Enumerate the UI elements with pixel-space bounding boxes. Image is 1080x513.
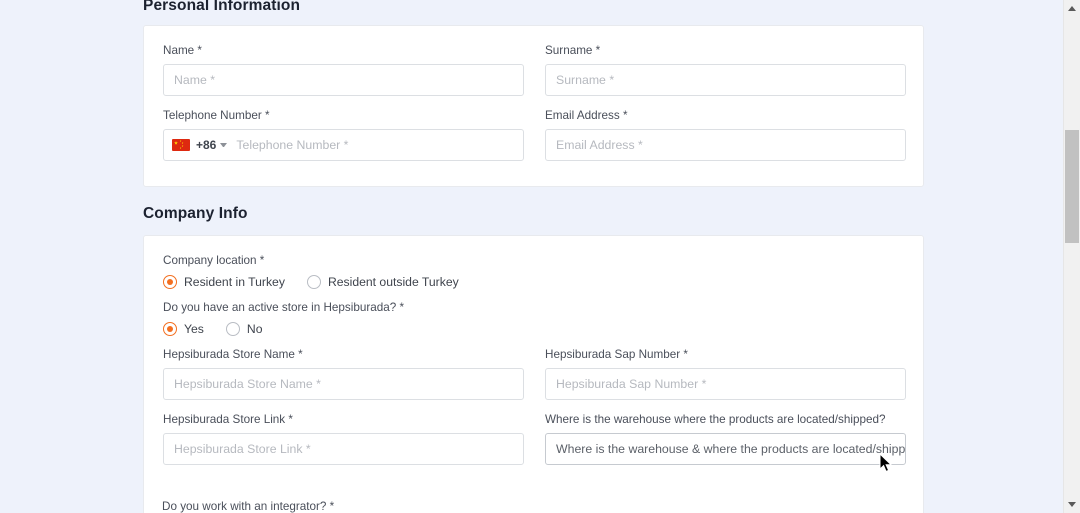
- section-heading-company-info: Company Info: [143, 205, 248, 223]
- vertical-scrollbar[interactable]: [1063, 0, 1080, 513]
- form-row: Telephone Number * +86: [163, 109, 904, 161]
- field-label-email-address: Email Address *: [545, 109, 906, 123]
- field-name: Name * Name *: [163, 44, 524, 96]
- company-info-grid: Hepsiburada Store Name * Hepsiburada Sto…: [144, 348, 923, 465]
- radio-label-yes: Yes: [184, 322, 204, 336]
- name-input[interactable]: Name *: [163, 64, 524, 96]
- radio-resident-outside-turkey[interactable]: Resident outside Turkey: [307, 275, 459, 289]
- telephone-number-input[interactable]: +86 Telephone Number *: [163, 129, 524, 161]
- radio-label-resident-in-turkey: Resident in Turkey: [184, 275, 285, 289]
- radio-group-company-location: Company location * Resident in Turkey Re…: [144, 236, 923, 289]
- radio-active-store-no[interactable]: No: [226, 322, 263, 336]
- radio-group-label-active-store: Do you have an active store in Hepsibura…: [163, 301, 904, 315]
- radio-dot-icon: [226, 322, 240, 336]
- radio-active-store-yes[interactable]: Yes: [163, 322, 204, 336]
- page-root: Personal Information Name * Name * Surna…: [0, 0, 1080, 513]
- field-warehouse-location: Where is the warehouse where the product…: [545, 413, 906, 465]
- form-row: Hepsiburada Store Name * Hepsiburada Sto…: [163, 348, 904, 400]
- scroll-up-button[interactable]: [1064, 0, 1080, 17]
- radio-row-active-store: Yes No: [163, 322, 904, 336]
- scroll-up-arrow-icon: [1068, 6, 1076, 11]
- email-address-input[interactable]: Email Address *: [545, 129, 906, 161]
- hepsiburada-store-link-input[interactable]: Hepsiburada Store Link *: [163, 433, 524, 465]
- field-label-surname: Surname *: [545, 44, 906, 58]
- dial-code-label: +86: [196, 138, 216, 152]
- field-hepsiburada-sap-number: Hepsiburada Sap Number * Hepsiburada Sap…: [545, 348, 906, 400]
- hepsiburada-store-name-input[interactable]: Hepsiburada Store Name *: [163, 368, 524, 400]
- radio-dot-icon: [163, 275, 177, 289]
- section-heading-personal-information: Personal Information: [143, 0, 300, 15]
- field-label-warehouse-location: Where is the warehouse where the product…: [545, 413, 906, 427]
- form-row: Hepsiburada Store Link * Hepsiburada Sto…: [163, 413, 904, 465]
- radio-row-company-location: Resident in Turkey Resident outside Turk…: [163, 275, 904, 289]
- field-telephone-number: Telephone Number * +86: [163, 109, 524, 161]
- field-label-telephone-number: Telephone Number *: [163, 109, 524, 123]
- card-personal-information: Name * Name * Surname * Surname * Teleph…: [143, 25, 924, 187]
- china-flag-icon: [172, 139, 190, 151]
- hepsiburada-sap-number-input[interactable]: Hepsiburada Sap Number *: [545, 368, 906, 400]
- scrollbar-thumb[interactable]: [1065, 130, 1079, 243]
- radio-dot-icon: [163, 322, 177, 336]
- field-label-hepsiburada-sap-number: Hepsiburada Sap Number *: [545, 348, 906, 362]
- field-surname: Surname * Surname *: [545, 44, 906, 96]
- scroll-down-button[interactable]: [1064, 496, 1080, 513]
- field-label-name: Name *: [163, 44, 524, 58]
- personal-information-grid: Name * Name * Surname * Surname * Teleph…: [144, 26, 923, 161]
- field-email-address: Email Address * Email Address *: [545, 109, 906, 161]
- chevron-down-icon[interactable]: [220, 143, 227, 147]
- field-hepsiburada-store-link: Hepsiburada Store Link * Hepsiburada Sto…: [163, 413, 524, 465]
- field-label-integrator-question: Do you work with an integrator? *: [162, 500, 334, 513]
- radio-resident-in-turkey[interactable]: Resident in Turkey: [163, 275, 285, 289]
- form-row: Name * Name * Surname * Surname *: [163, 44, 904, 96]
- surname-input[interactable]: Surname *: [545, 64, 906, 96]
- field-label-hepsiburada-store-link: Hepsiburada Store Link *: [163, 413, 524, 427]
- radio-group-label-company-location: Company location *: [163, 254, 904, 268]
- field-hepsiburada-store-name: Hepsiburada Store Name * Hepsiburada Sto…: [163, 348, 524, 400]
- warehouse-location-input[interactable]: Where is the warehouse & where the produ…: [545, 433, 906, 465]
- scroll-down-arrow-icon: [1068, 502, 1076, 507]
- radio-label-resident-outside-turkey: Resident outside Turkey: [328, 275, 459, 289]
- card-company-info: Company location * Resident in Turkey Re…: [143, 235, 924, 513]
- radio-dot-icon: [307, 275, 321, 289]
- form-scroll-viewport[interactable]: Personal Information Name * Name * Surna…: [0, 0, 1063, 513]
- radio-label-no: No: [247, 322, 263, 336]
- radio-group-active-store: Do you have an active store in Hepsibura…: [144, 301, 923, 336]
- field-label-hepsiburada-store-name: Hepsiburada Store Name *: [163, 348, 524, 362]
- telephone-number-placeholder: Telephone Number *: [236, 138, 348, 152]
